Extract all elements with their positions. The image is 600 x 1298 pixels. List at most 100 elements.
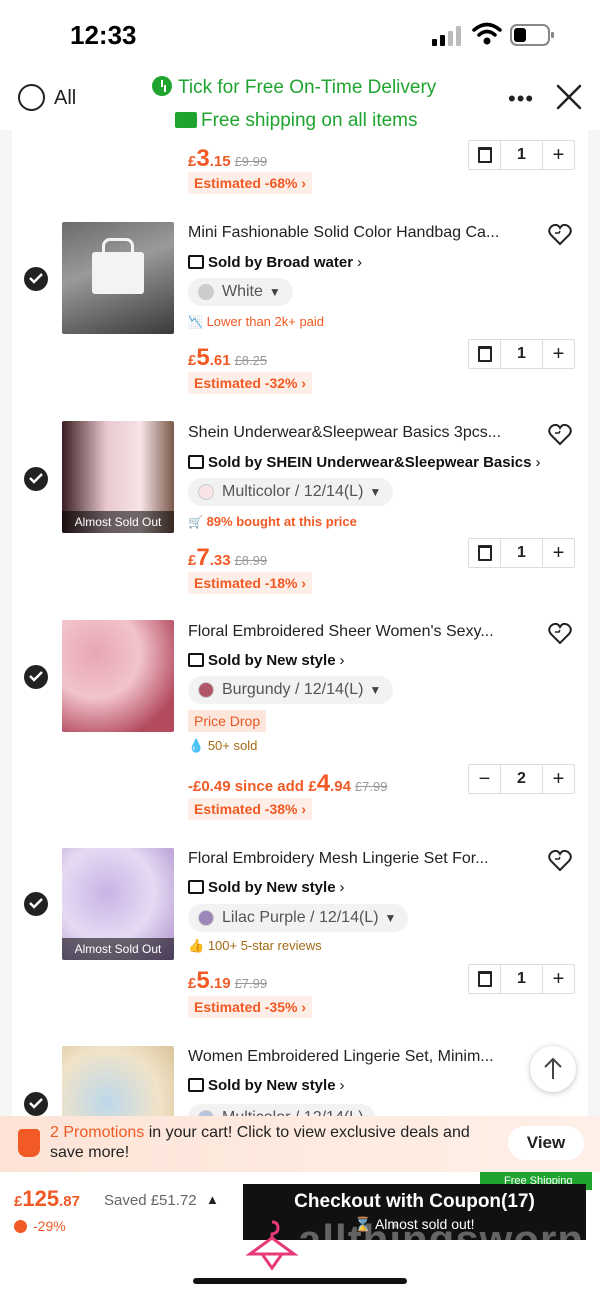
- sold-count: 💧 50+ sold: [188, 738, 258, 753]
- seller-link[interactable]: Sold by New style ›: [188, 1077, 345, 1094]
- price-note: 📉 Lower than 2k+ paid: [188, 314, 325, 329]
- item-checkbox[interactable]: [24, 665, 48, 689]
- store-icon: [188, 653, 204, 667]
- wishlist-heart-icon[interactable]: [548, 424, 572, 446]
- status-time: 12:33: [70, 20, 137, 50]
- estimated-discount[interactable]: Estimated -35% ›: [188, 996, 313, 1018]
- since-add-text: -£0.49 since add: [188, 778, 304, 795]
- item-price: £7.33 £8.99: [188, 544, 268, 571]
- cart-item: Women Embroidered Lingerie Set, Minim...…: [12, 1046, 588, 1120]
- color-swatch: [198, 484, 214, 500]
- select-all-label[interactable]: All: [54, 87, 76, 110]
- product-title[interactable]: Floral Embroidery Mesh Lingerie Set For.…: [188, 850, 530, 868]
- quantity-stepper: − 2 +: [468, 764, 575, 794]
- select-all-radio[interactable]: [18, 84, 45, 111]
- seller-link[interactable]: Sold by New style ›: [188, 879, 345, 896]
- item-checkbox[interactable]: [24, 1092, 48, 1116]
- seller-link[interactable]: Sold by SHEIN Underwear&Sleepwear Basics…: [188, 454, 540, 471]
- variant-selector[interactable]: Multicolor / 12/14(L) ▼: [188, 478, 394, 506]
- cart-item: £3.15 £9.99 Estimated -68% › 1 +: [12, 130, 588, 200]
- quantity-value[interactable]: 1: [501, 141, 542, 169]
- promotions-banner[interactable]: 2 Promotions in your cart! Click to view…: [0, 1116, 600, 1172]
- view-promotions-button[interactable]: View: [508, 1126, 584, 1160]
- signal-icon: [432, 26, 461, 46]
- item-checkbox[interactable]: [24, 267, 48, 291]
- increase-button[interactable]: +: [542, 539, 574, 567]
- product-image[interactable]: [62, 620, 174, 732]
- quantity-value[interactable]: 1: [501, 539, 542, 567]
- review-note: 👍 100+ 5-star reviews: [188, 938, 322, 953]
- free-shipping-banner: Free shipping on all items: [175, 110, 418, 130]
- price-note: 🛒 89% bought at this price: [188, 514, 357, 529]
- wishlist-heart-icon[interactable]: [548, 850, 572, 872]
- trash-icon: [478, 545, 492, 561]
- chevron-up-icon[interactable]: ▲: [206, 1192, 219, 1207]
- increase-button[interactable]: +: [542, 765, 574, 793]
- product-image[interactable]: Almost Sold Out: [62, 848, 174, 960]
- quantity-value[interactable]: 1: [501, 340, 542, 368]
- promotion-bag-icon: [18, 1129, 40, 1157]
- product-title[interactable]: Shein Underwear&Sleepwear Basics 3pcs...: [188, 424, 530, 442]
- quantity-value[interactable]: 2: [501, 765, 542, 793]
- product-title[interactable]: Women Embroidered Lingerie Set, Minim...: [188, 1048, 530, 1066]
- product-image[interactable]: [62, 222, 174, 334]
- estimated-discount[interactable]: Estimated -38% ›: [188, 798, 313, 820]
- store-icon: [188, 1078, 204, 1092]
- increase-button[interactable]: +: [542, 965, 574, 993]
- delete-button[interactable]: [469, 965, 501, 993]
- delete-button[interactable]: [469, 141, 501, 169]
- delivery-banner[interactable]: Tick for Free On-Time Delivery: [152, 76, 436, 99]
- delivery-text: Tick for Free On-Time Delivery: [178, 77, 437, 98]
- trash-icon: [478, 147, 492, 163]
- cart-header: All Tick for Free On-Time Delivery Free …: [0, 72, 600, 130]
- variant-selector[interactable]: Burgundy / 12/14(L) ▼: [188, 676, 394, 704]
- chevron-down-icon: ▼: [369, 485, 382, 499]
- product-title[interactable]: Floral Embroidered Sheer Women's Sexy...: [188, 623, 530, 641]
- watermark-logo: allthingsworn: [298, 1216, 584, 1242]
- truck-icon: [175, 112, 197, 128]
- seller-link[interactable]: Sold by Broad water ›: [188, 254, 362, 271]
- cart-item: Almost Sold Out Floral Embroidery Mesh L…: [12, 846, 588, 1046]
- item-price: £5.61 £8.25: [188, 344, 268, 371]
- item-checkbox[interactable]: [24, 467, 48, 491]
- color-swatch: [198, 910, 214, 926]
- color-swatch: [198, 682, 214, 698]
- chevron-down-icon: ▼: [384, 911, 397, 925]
- product-image[interactable]: Almost Sold Out: [62, 421, 174, 533]
- cart-item: Almost Sold Out Shein Underwear&Sleepwea…: [12, 420, 588, 620]
- almost-sold-out-badge: Almost Sold Out: [62, 938, 174, 960]
- wishlist-heart-icon[interactable]: [548, 623, 572, 645]
- increase-button[interactable]: +: [542, 340, 574, 368]
- variant-selector[interactable]: Lilac Purple / 12/14(L) ▼: [188, 904, 409, 932]
- estimated-discount[interactable]: Estimated -68% ›: [188, 172, 313, 194]
- wishlist-heart-icon[interactable]: [548, 224, 572, 246]
- scroll-to-top-button[interactable]: [530, 1046, 576, 1092]
- home-indicator: [193, 1278, 407, 1284]
- quantity-stepper: 1 +: [468, 339, 575, 369]
- delete-button[interactable]: [469, 539, 501, 567]
- quantity-stepper: 1 +: [468, 538, 575, 568]
- cart-list: £3.15 £9.99 Estimated -68% › 1 + Mini Fas…: [12, 130, 588, 1120]
- delete-button[interactable]: [469, 340, 501, 368]
- checkout-label: Checkout with Coupon(17): [294, 1191, 535, 1212]
- shipping-text: Free shipping on all items: [201, 110, 418, 130]
- quantity-stepper: 1 +: [468, 140, 575, 170]
- decrease-button[interactable]: −: [469, 765, 501, 793]
- product-image[interactable]: [62, 1046, 174, 1120]
- product-title[interactable]: Mini Fashionable Solid Color Handbag Ca.…: [188, 224, 530, 242]
- item-price: -£0.49 since add £4.94 £7.99: [188, 770, 388, 797]
- chevron-down-icon: ▼: [268, 285, 281, 299]
- quantity-value[interactable]: 1: [501, 965, 542, 993]
- battery-icon: [510, 24, 554, 46]
- saved-amount[interactable]: Saved £51.72: [104, 1192, 197, 1209]
- chevron-down-icon: ▼: [369, 683, 382, 697]
- estimated-discount[interactable]: Estimated -18% ›: [188, 572, 313, 594]
- estimated-discount[interactable]: Estimated -32% ›: [188, 372, 313, 394]
- more-options-icon[interactable]: •••: [508, 86, 534, 112]
- seller-link[interactable]: Sold by New style ›: [188, 652, 345, 669]
- item-price: £5.19 £7.99: [188, 967, 268, 994]
- close-icon[interactable]: [556, 84, 582, 110]
- item-checkbox[interactable]: [24, 892, 48, 916]
- variant-selector[interactable]: White ▼: [188, 278, 293, 306]
- increase-button[interactable]: +: [542, 141, 574, 169]
